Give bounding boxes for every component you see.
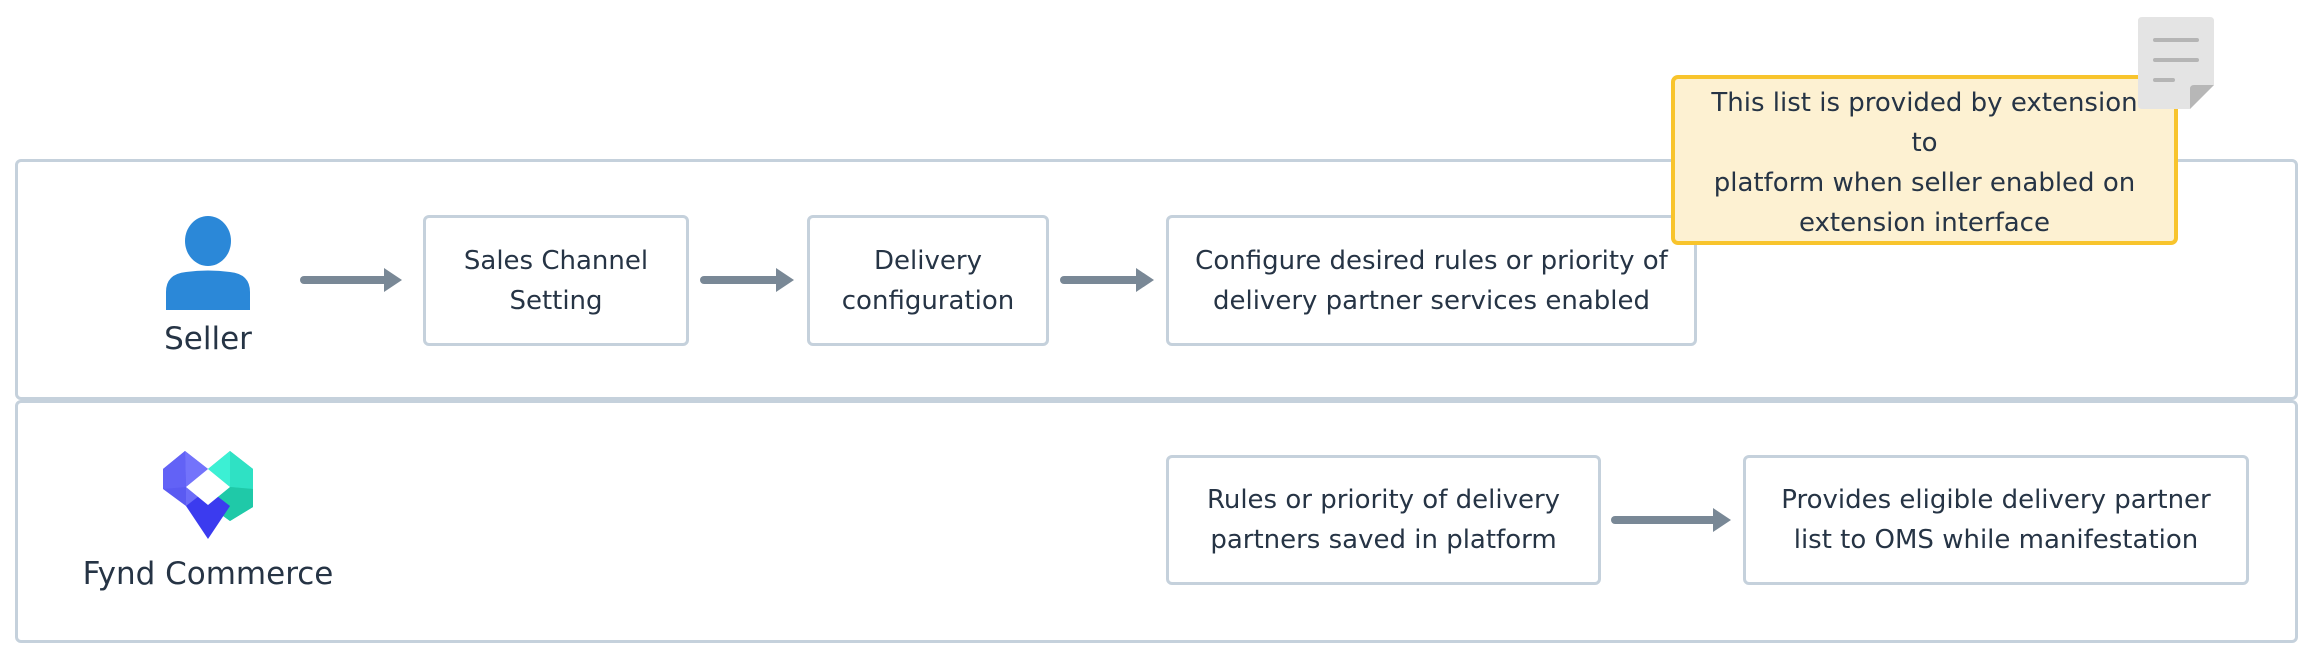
- note-text-line: platform when seller enabled on: [1713, 168, 2136, 198]
- step-text-line: partners saved in platform: [1210, 525, 1557, 555]
- fynd-logo-icon: [163, 451, 253, 539]
- arrow-delivery-to-configure: [1060, 268, 1154, 292]
- step-text-line: delivery partner services enabled: [1212, 285, 1650, 316]
- arrow-seller-to-sales-channel: [300, 268, 402, 292]
- step-rules-saved-in-platform[interactable]: Rules or priority of delivery partners sa…: [1166, 455, 1601, 585]
- step-text-line: configuration: [841, 285, 1015, 316]
- step-text-line: Delivery: [874, 245, 982, 276]
- seller-actor-label: Seller: [164, 321, 252, 357]
- step-text-line: Setting: [509, 285, 603, 316]
- step-text-line: Configure desired rules or priority of: [1195, 245, 1668, 276]
- step-text-line: Sales Channel: [463, 245, 649, 276]
- step-configure-rules[interactable]: Configure desired rules or priority of de…: [1166, 215, 1697, 346]
- step-text-line: Rules or priority of delivery: [1206, 485, 1561, 515]
- step-sales-channel-setting[interactable]: Sales Channel Setting: [423, 215, 689, 346]
- step-text-line: Provides eligible delivery partner: [1781, 485, 2211, 515]
- step-provides-eligible-partner-list[interactable]: Provides eligible delivery partner list t…: [1743, 455, 2249, 585]
- note-document-icon: [2138, 17, 2214, 109]
- arrow-sales-channel-to-delivery: [700, 268, 794, 292]
- step-text-line: list to OMS while manifestation: [1793, 525, 2199, 555]
- user-icon: [166, 216, 250, 310]
- fynd-commerce-actor-label: Fynd Commerce: [82, 556, 334, 592]
- arrow-rules-to-provides: [1611, 508, 1731, 532]
- note-text-line: extension interface: [1799, 208, 2050, 238]
- step-delivery-configuration[interactable]: Delivery configuration: [807, 215, 1049, 346]
- note-text-line: This list is provided by extension to: [1711, 88, 2138, 158]
- annotation-note: This list is provided by extension to pl…: [1671, 75, 2178, 245]
